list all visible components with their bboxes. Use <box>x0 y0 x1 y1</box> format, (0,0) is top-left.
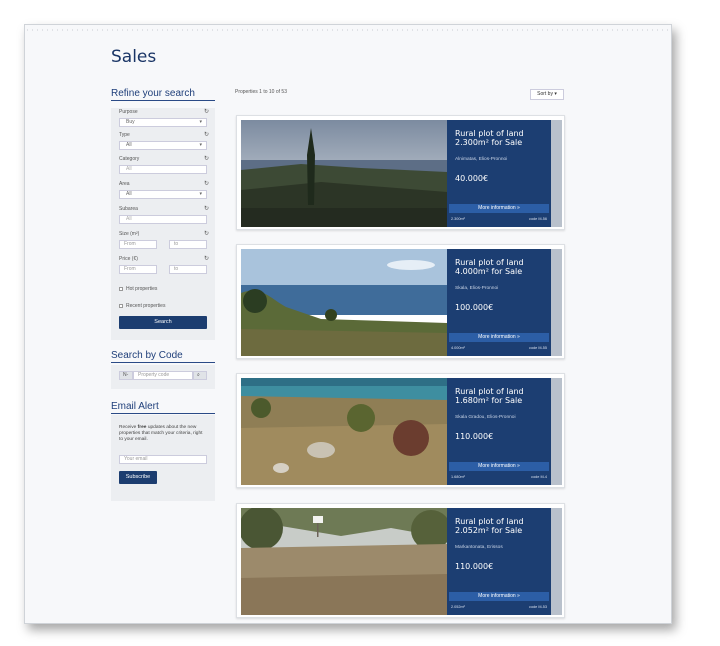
browser-viewport: Sales Refine your search Purpose ↻ Buy ▾ T… <box>24 24 672 624</box>
area-select[interactable]: All ▾ <box>119 190 207 199</box>
property-code: code M-53 <box>529 605 547 609</box>
email-alert-heading: Email Alert <box>111 401 215 414</box>
subarea-select[interactable]: All <box>119 215 207 224</box>
property-card[interactable]: Rural plot of land 1.680m² for Sale Skal… <box>236 373 565 488</box>
hot-properties-checkbox[interactable]: Hot properties <box>119 286 157 292</box>
size-label: Size (m²) ↻ <box>119 231 209 237</box>
property-info-panel: Rural plot of land 2.300m² for Sale Alni… <box>447 120 551 227</box>
code-search-heading: Search by Code <box>111 350 215 363</box>
property-location: Alnimatas, Elios-Pronnoi <box>455 157 508 162</box>
reset-area-icon[interactable]: ↻ <box>204 180 209 187</box>
property-code: code M-4 <box>531 475 547 479</box>
property-card[interactable]: Rural plot of land 4.000m² for Sale Skal… <box>236 244 565 359</box>
reset-type-icon[interactable]: ↻ <box>204 131 209 138</box>
property-location: Skala, Elios-Pronnoi <box>455 286 499 291</box>
email-alert-panel: Receive free updates about the new prope… <box>111 415 215 501</box>
category-label: Category ↻ <box>119 156 209 162</box>
property-code-input[interactable]: Property code <box>133 371 193 380</box>
purpose-select[interactable]: Buy ▾ <box>119 118 207 127</box>
recent-properties-checkbox[interactable]: Recent properties <box>119 303 165 309</box>
subscribe-button[interactable]: Subscribe <box>119 471 157 484</box>
price-to-input[interactable]: to <box>169 265 207 274</box>
property-photo[interactable] <box>241 249 447 356</box>
category-select[interactable]: All <box>119 165 207 174</box>
page-title: Sales <box>111 47 157 67</box>
property-code: code M-55 <box>529 346 547 350</box>
property-card[interactable]: Rural plot of land 2.300m² for Sale Alni… <box>236 115 565 230</box>
price-from-input[interactable]: From <box>119 265 157 274</box>
reset-purpose-icon[interactable]: ↻ <box>204 108 209 115</box>
refine-panel: Purpose ↻ Buy ▾ Type ↻ All ▾ Category ↻ All A… <box>111 108 215 340</box>
code-prefix: N- <box>119 371 133 380</box>
type-select[interactable]: All ▾ <box>119 141 207 150</box>
more-information-button[interactable]: More information » <box>449 333 549 342</box>
chevron-down-icon: ▾ <box>199 142 202 148</box>
chevron-down-icon: ▾ <box>199 119 202 125</box>
property-photo[interactable] <box>241 378 447 485</box>
more-information-button[interactable]: More information » <box>449 592 549 601</box>
size-to-input[interactable]: to <box>169 240 207 249</box>
property-photo[interactable] <box>241 120 447 227</box>
email-alert-text: Receive free updates about the new prope… <box>119 425 203 442</box>
size-from-input[interactable]: From <box>119 240 157 249</box>
photo-strip <box>551 378 562 485</box>
results-count: Properties 1 to 10 of 53 <box>235 89 287 95</box>
reset-size-icon[interactable]: ↻ <box>204 230 209 237</box>
chevron-down-icon: ▾ <box>199 191 202 197</box>
reset-category-icon[interactable]: ↻ <box>204 155 209 162</box>
top-dotted-border <box>25 29 671 31</box>
search-button[interactable]: Search <box>119 316 207 329</box>
photo-strip <box>551 249 562 356</box>
property-price: 110.000€ <box>455 432 494 441</box>
property-info-panel: Rural plot of land 2.052m² for Sale Mark… <box>447 508 551 615</box>
more-information-button[interactable]: More information » <box>449 462 549 471</box>
property-info-panel: Rural plot of land 4.000m² for Sale Skal… <box>447 249 551 356</box>
property-card[interactable]: Rural plot of land 2.052m² for Sale Mark… <box>236 503 565 618</box>
property-price: 110.000€ <box>455 562 494 571</box>
search-icon[interactable]: ⌕ <box>193 371 207 380</box>
purpose-label: Purpose ↻ <box>119 109 209 115</box>
email-input[interactable]: Your email <box>119 455 207 464</box>
property-location: Skala Gradou, Elios-Pronnoi <box>455 415 516 420</box>
sort-by-dropdown[interactable]: Sort by ▾ <box>530 89 564 100</box>
code-search-panel: N- Property code ⌕ <box>111 365 215 389</box>
reset-price-icon[interactable]: ↻ <box>204 255 209 262</box>
property-photo[interactable] <box>241 508 447 615</box>
photo-strip <box>551 508 562 615</box>
property-title: Rural plot of land 2.052m² for Sale <box>455 517 524 535</box>
property-code: code M-56 <box>529 217 547 221</box>
photo-strip <box>551 120 562 227</box>
refine-heading: Refine your search <box>111 88 215 101</box>
more-information-button[interactable]: More information » <box>449 204 549 213</box>
property-title: Rural plot of land 4.000m² for Sale <box>455 258 524 276</box>
area-label: Area ↻ <box>119 181 209 187</box>
reset-subarea-icon[interactable]: ↻ <box>204 205 209 212</box>
property-title: Rural plot of land 2.300m² for Sale <box>455 129 524 147</box>
price-label: Price (€) ↻ <box>119 256 209 262</box>
property-price: 100.000€ <box>455 303 494 312</box>
subarea-label: Subarea ↻ <box>119 206 209 212</box>
property-size: 1.680m² <box>451 475 465 479</box>
property-title: Rural plot of land 1.680m² for Sale <box>455 387 524 405</box>
property-location: Markantonata, Erissos <box>455 545 503 550</box>
property-price: 40.000€ <box>455 174 489 183</box>
property-size: 2.052m² <box>451 605 465 609</box>
property-size: 2.300m² <box>451 217 465 221</box>
property-size: 4.000m² <box>451 346 465 350</box>
type-label: Type ↻ <box>119 132 209 138</box>
property-info-panel: Rural plot of land 1.680m² for Sale Skal… <box>447 378 551 485</box>
